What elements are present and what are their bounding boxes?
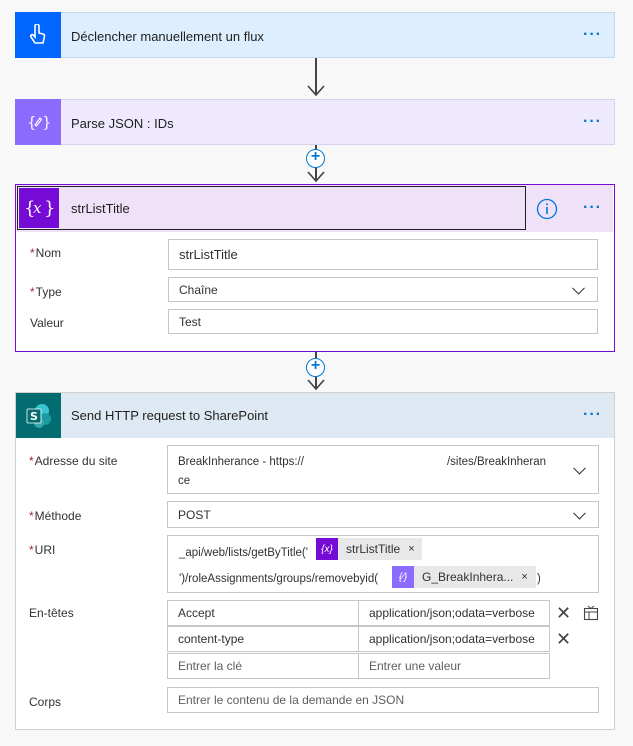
chevron-down-icon xyxy=(573,506,586,520)
arrow-down-icon xyxy=(307,85,325,97)
sharepoint-card[interactable]: S Send HTTP request to SharePoint ··· *A… xyxy=(15,392,615,730)
info-icon[interactable] xyxy=(536,198,558,220)
header-key-input[interactable]: Accept xyxy=(167,600,359,626)
add-step-button[interactable]: + xyxy=(306,149,325,168)
header-value-input[interactable]: Entrer une valeur xyxy=(358,653,550,679)
remove-token-icon[interactable]: × xyxy=(521,571,534,583)
svg-text:}: } xyxy=(44,198,54,219)
more-options-button[interactable]: ··· xyxy=(583,200,602,216)
method-label: *Méthode xyxy=(29,509,82,523)
add-step-button[interactable]: + xyxy=(306,358,325,377)
svg-text:{: { xyxy=(27,113,37,131)
header-value-input[interactable]: application/json;odata=verbose xyxy=(358,626,550,652)
uri-text-part3: ) xyxy=(537,573,541,585)
json-edit-icon: {} xyxy=(15,99,61,145)
uri-text-part1: _api/web/lists/getByTitle(' xyxy=(179,547,308,559)
uri-token-strlisttitle[interactable]: {x} strListTitle × xyxy=(316,538,422,560)
uri-label: *URI xyxy=(29,543,56,557)
value-label: Valeur xyxy=(30,316,64,330)
trigger-title: Déclencher manuellement un flux xyxy=(71,28,264,44)
switch-to-text-mode-icon[interactable] xyxy=(583,605,599,621)
svg-text:}: } xyxy=(42,113,50,131)
parse-json-card[interactable]: {} Parse JSON : IDs ··· xyxy=(15,99,615,145)
json-edit-icon: {∕} xyxy=(392,566,414,588)
arrow-down-icon xyxy=(307,171,325,183)
variable-type-select[interactable]: Chaîne xyxy=(168,277,598,302)
uri-text-part2: ')/roleAssignments/groups/removebyid( xyxy=(179,573,379,585)
uri-token-group[interactable]: {∕} G_BreakInhera... × xyxy=(392,566,536,588)
parse-json-title: Parse JSON : IDs xyxy=(71,115,174,131)
variable-icon: {x} xyxy=(19,188,59,228)
header-key-input[interactable]: Entrer la clé xyxy=(167,653,359,679)
variable-card[interactable]: {x} strListTitle ··· *Nom strListTitle *… xyxy=(15,184,615,352)
trigger-card[interactable]: Déclencher manuellement un flux ··· xyxy=(15,12,615,58)
more-options-button[interactable]: ··· xyxy=(583,114,602,130)
variable-value-input[interactable]: Test xyxy=(168,309,598,334)
site-address-select[interactable]: BreakInherance - https:///sites/BreakInh… xyxy=(167,445,599,494)
hand-touch-icon xyxy=(15,12,61,58)
sharepoint-icon: S xyxy=(16,393,61,438)
arrow-down-icon xyxy=(307,379,325,391)
variable-name-input[interactable]: strListTitle xyxy=(168,239,598,270)
delete-header-button[interactable]: ✕ xyxy=(556,604,571,622)
header-value-input[interactable]: application/json;odata=verbose xyxy=(358,600,550,626)
body-input[interactable]: Entrer le contenu de la demande en JSON xyxy=(167,687,599,713)
type-label: *Type xyxy=(30,285,62,299)
method-select[interactable]: POST xyxy=(167,501,599,528)
headers-label: En-têtes xyxy=(29,606,74,620)
remove-token-icon[interactable]: × xyxy=(408,543,421,555)
header-key-input[interactable]: content-type xyxy=(167,626,359,652)
variable-icon: {x} xyxy=(316,538,338,560)
body-label: Corps xyxy=(29,695,62,709)
chevron-down-icon xyxy=(573,461,586,475)
more-options-button[interactable]: ··· xyxy=(583,407,602,423)
site-address-label: *Adresse du site xyxy=(29,454,118,468)
svg-text:x: x xyxy=(33,199,42,217)
more-options-button[interactable]: ··· xyxy=(583,27,602,43)
delete-header-button[interactable]: ✕ xyxy=(556,630,571,648)
name-label: *Nom xyxy=(30,246,62,260)
chevron-down-icon xyxy=(572,281,585,295)
sharepoint-title: Send HTTP request to SharePoint xyxy=(71,408,269,423)
svg-text:S: S xyxy=(30,410,38,423)
variable-title: strListTitle xyxy=(71,201,130,216)
